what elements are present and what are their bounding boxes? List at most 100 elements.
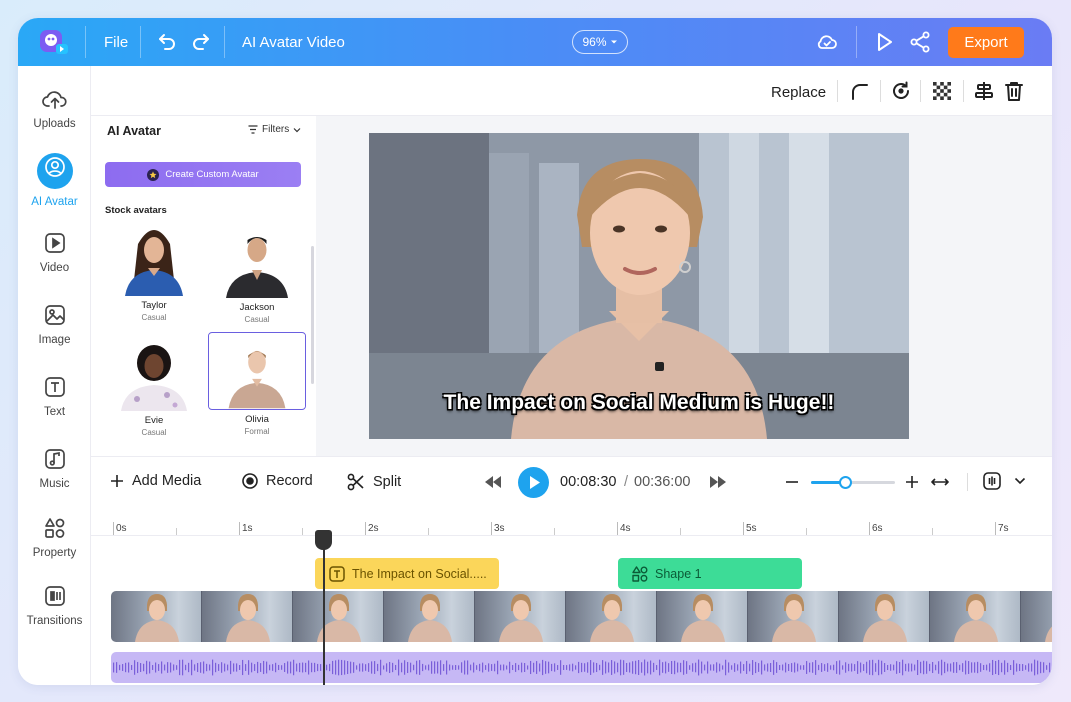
- waveform-bar: [437, 661, 439, 674]
- sidebar-item-ai-avatar[interactable]: AI Avatar: [18, 153, 91, 208]
- transparency-icon[interactable]: [931, 80, 953, 102]
- split-label: Split: [373, 474, 402, 490]
- waveform-bar: [440, 660, 442, 675]
- zoom-in-icon[interactable]: [905, 475, 919, 489]
- play-button[interactable]: [518, 467, 549, 498]
- video-subtitle[interactable]: The Impact on Social Medium is Huge!!: [369, 391, 909, 415]
- app-logo[interactable]: [38, 26, 70, 58]
- filters-button[interactable]: Filters: [248, 124, 301, 135]
- waveform-bar: [692, 663, 694, 672]
- waveform-bar: [926, 661, 928, 674]
- filters-label: Filters: [262, 124, 290, 135]
- sidebar-item-uploads[interactable]: Uploads: [18, 88, 91, 130]
- video-frame-thumbnail: [475, 591, 566, 642]
- waveform-bar: [776, 662, 778, 673]
- waveform-bar: [971, 662, 973, 673]
- redo-icon[interactable]: [189, 30, 213, 54]
- create-custom-avatar-label: Create Custom Avatar: [165, 169, 259, 180]
- divider: [85, 26, 86, 58]
- zoom-dropdown[interactable]: 96%: [572, 30, 628, 54]
- fit-width-icon[interactable]: [931, 475, 949, 489]
- delete-icon[interactable]: [1003, 80, 1025, 102]
- project-title[interactable]: AI Avatar Video: [242, 34, 345, 51]
- replace-button[interactable]: Replace: [771, 84, 826, 101]
- add-media-label: Add Media: [132, 473, 202, 489]
- waveform-bar: [413, 664, 415, 671]
- chevron-down-icon[interactable]: [1014, 476, 1026, 486]
- top-bar: File AI Avatar Video 96% Export: [18, 18, 1052, 66]
- waveform-bar: [959, 664, 961, 671]
- ruler-tick: [743, 522, 744, 535]
- audio-track[interactable]: [111, 652, 1052, 683]
- sidebar-item-property[interactable]: Property: [18, 517, 91, 559]
- export-button[interactable]: Export: [948, 27, 1024, 58]
- avatar-card-evie[interactable]: Evie Casual: [105, 335, 203, 437]
- avatar-card-taylor[interactable]: Taylor Casual: [105, 220, 203, 322]
- waveform-bar: [653, 662, 655, 673]
- sidebar-item-text[interactable]: Text: [18, 376, 91, 418]
- rewind-icon[interactable]: [484, 474, 502, 490]
- waveform-bar: [890, 664, 892, 671]
- time-separator: /: [624, 474, 629, 490]
- play-preview-icon[interactable]: [872, 30, 896, 54]
- waveform-settings-icon[interactable]: [983, 471, 1001, 491]
- panel-scrollbar[interactable]: [311, 246, 314, 384]
- waveform-bar: [968, 661, 970, 674]
- fast-forward-icon[interactable]: [709, 474, 727, 490]
- waveform-bar: [476, 665, 478, 670]
- waveform-bar: [530, 660, 532, 675]
- record-button[interactable]: Record: [242, 473, 313, 489]
- split-button[interactable]: Split: [347, 473, 401, 491]
- undo-icon[interactable]: [155, 30, 179, 54]
- sidebar-item-video[interactable]: Video: [18, 232, 91, 274]
- add-media-button[interactable]: Add Media: [110, 473, 201, 489]
- waveform-bar: [950, 663, 952, 672]
- avatar-card-olivia[interactable]: Olivia Formal: [208, 332, 306, 436]
- waveform-bar: [407, 661, 409, 674]
- waveform-bar: [881, 660, 883, 675]
- avatar-card-jackson[interactable]: Jackson Casual: [208, 222, 306, 324]
- timeline-zoom-slider[interactable]: [811, 476, 895, 489]
- video-track[interactable]: [111, 591, 1052, 642]
- sidebar-item-image[interactable]: Image: [18, 304, 91, 346]
- waveform-bar: [494, 663, 496, 672]
- ruler-tick: [113, 522, 114, 535]
- sidebar-item-music[interactable]: Music: [18, 448, 91, 490]
- shape-clip[interactable]: Shape 1: [618, 558, 802, 589]
- property-icon: [44, 518, 64, 538]
- waveform-bar: [848, 663, 850, 672]
- waveform-bar: [905, 663, 907, 672]
- waveform-bar: [353, 662, 355, 673]
- align-center-icon[interactable]: [973, 80, 995, 102]
- zoom-out-icon[interactable]: [785, 475, 799, 489]
- cloud-icon[interactable]: [815, 30, 839, 54]
- waveform-bar: [359, 663, 361, 672]
- stock-avatars-heading: Stock avatars: [105, 205, 167, 216]
- sidebar-item-transitions[interactable]: Transitions: [18, 585, 91, 627]
- waveform-bar: [218, 664, 220, 671]
- video-preview[interactable]: The Impact on Social Medium is Huge!!: [369, 133, 909, 439]
- waveform-bar: [662, 662, 664, 673]
- waveform-bar: [455, 665, 457, 670]
- waveform-bar: [704, 664, 706, 671]
- waveform-bar: [239, 665, 241, 670]
- create-custom-avatar-button[interactable]: Create Custom Avatar: [105, 162, 301, 187]
- slider-handle[interactable]: [838, 476, 852, 489]
- time-ruler[interactable]: 0s 1s 2s 3s 4s 5s 6s 7s: [91, 506, 1052, 536]
- waveform-bar: [878, 659, 880, 676]
- file-menu[interactable]: File: [104, 34, 128, 51]
- corner-radius-icon[interactable]: [849, 80, 871, 102]
- playhead-handle[interactable]: [315, 530, 332, 550]
- waveform-bar: [479, 663, 481, 672]
- waveform-bar: [743, 664, 745, 671]
- ruler-tick-label: 4s: [620, 523, 631, 534]
- rotate-icon[interactable]: [890, 80, 912, 102]
- ruler-minor-tick: [176, 528, 177, 535]
- waveform-bar: [605, 661, 607, 674]
- scissors-icon: [347, 473, 364, 491]
- text-clip[interactable]: The Impact on Social.....: [315, 558, 499, 589]
- waveform-bar: [533, 662, 535, 673]
- share-icon[interactable]: [908, 30, 932, 54]
- waveform-bar: [482, 662, 484, 673]
- audio-waveform: [113, 659, 1051, 676]
